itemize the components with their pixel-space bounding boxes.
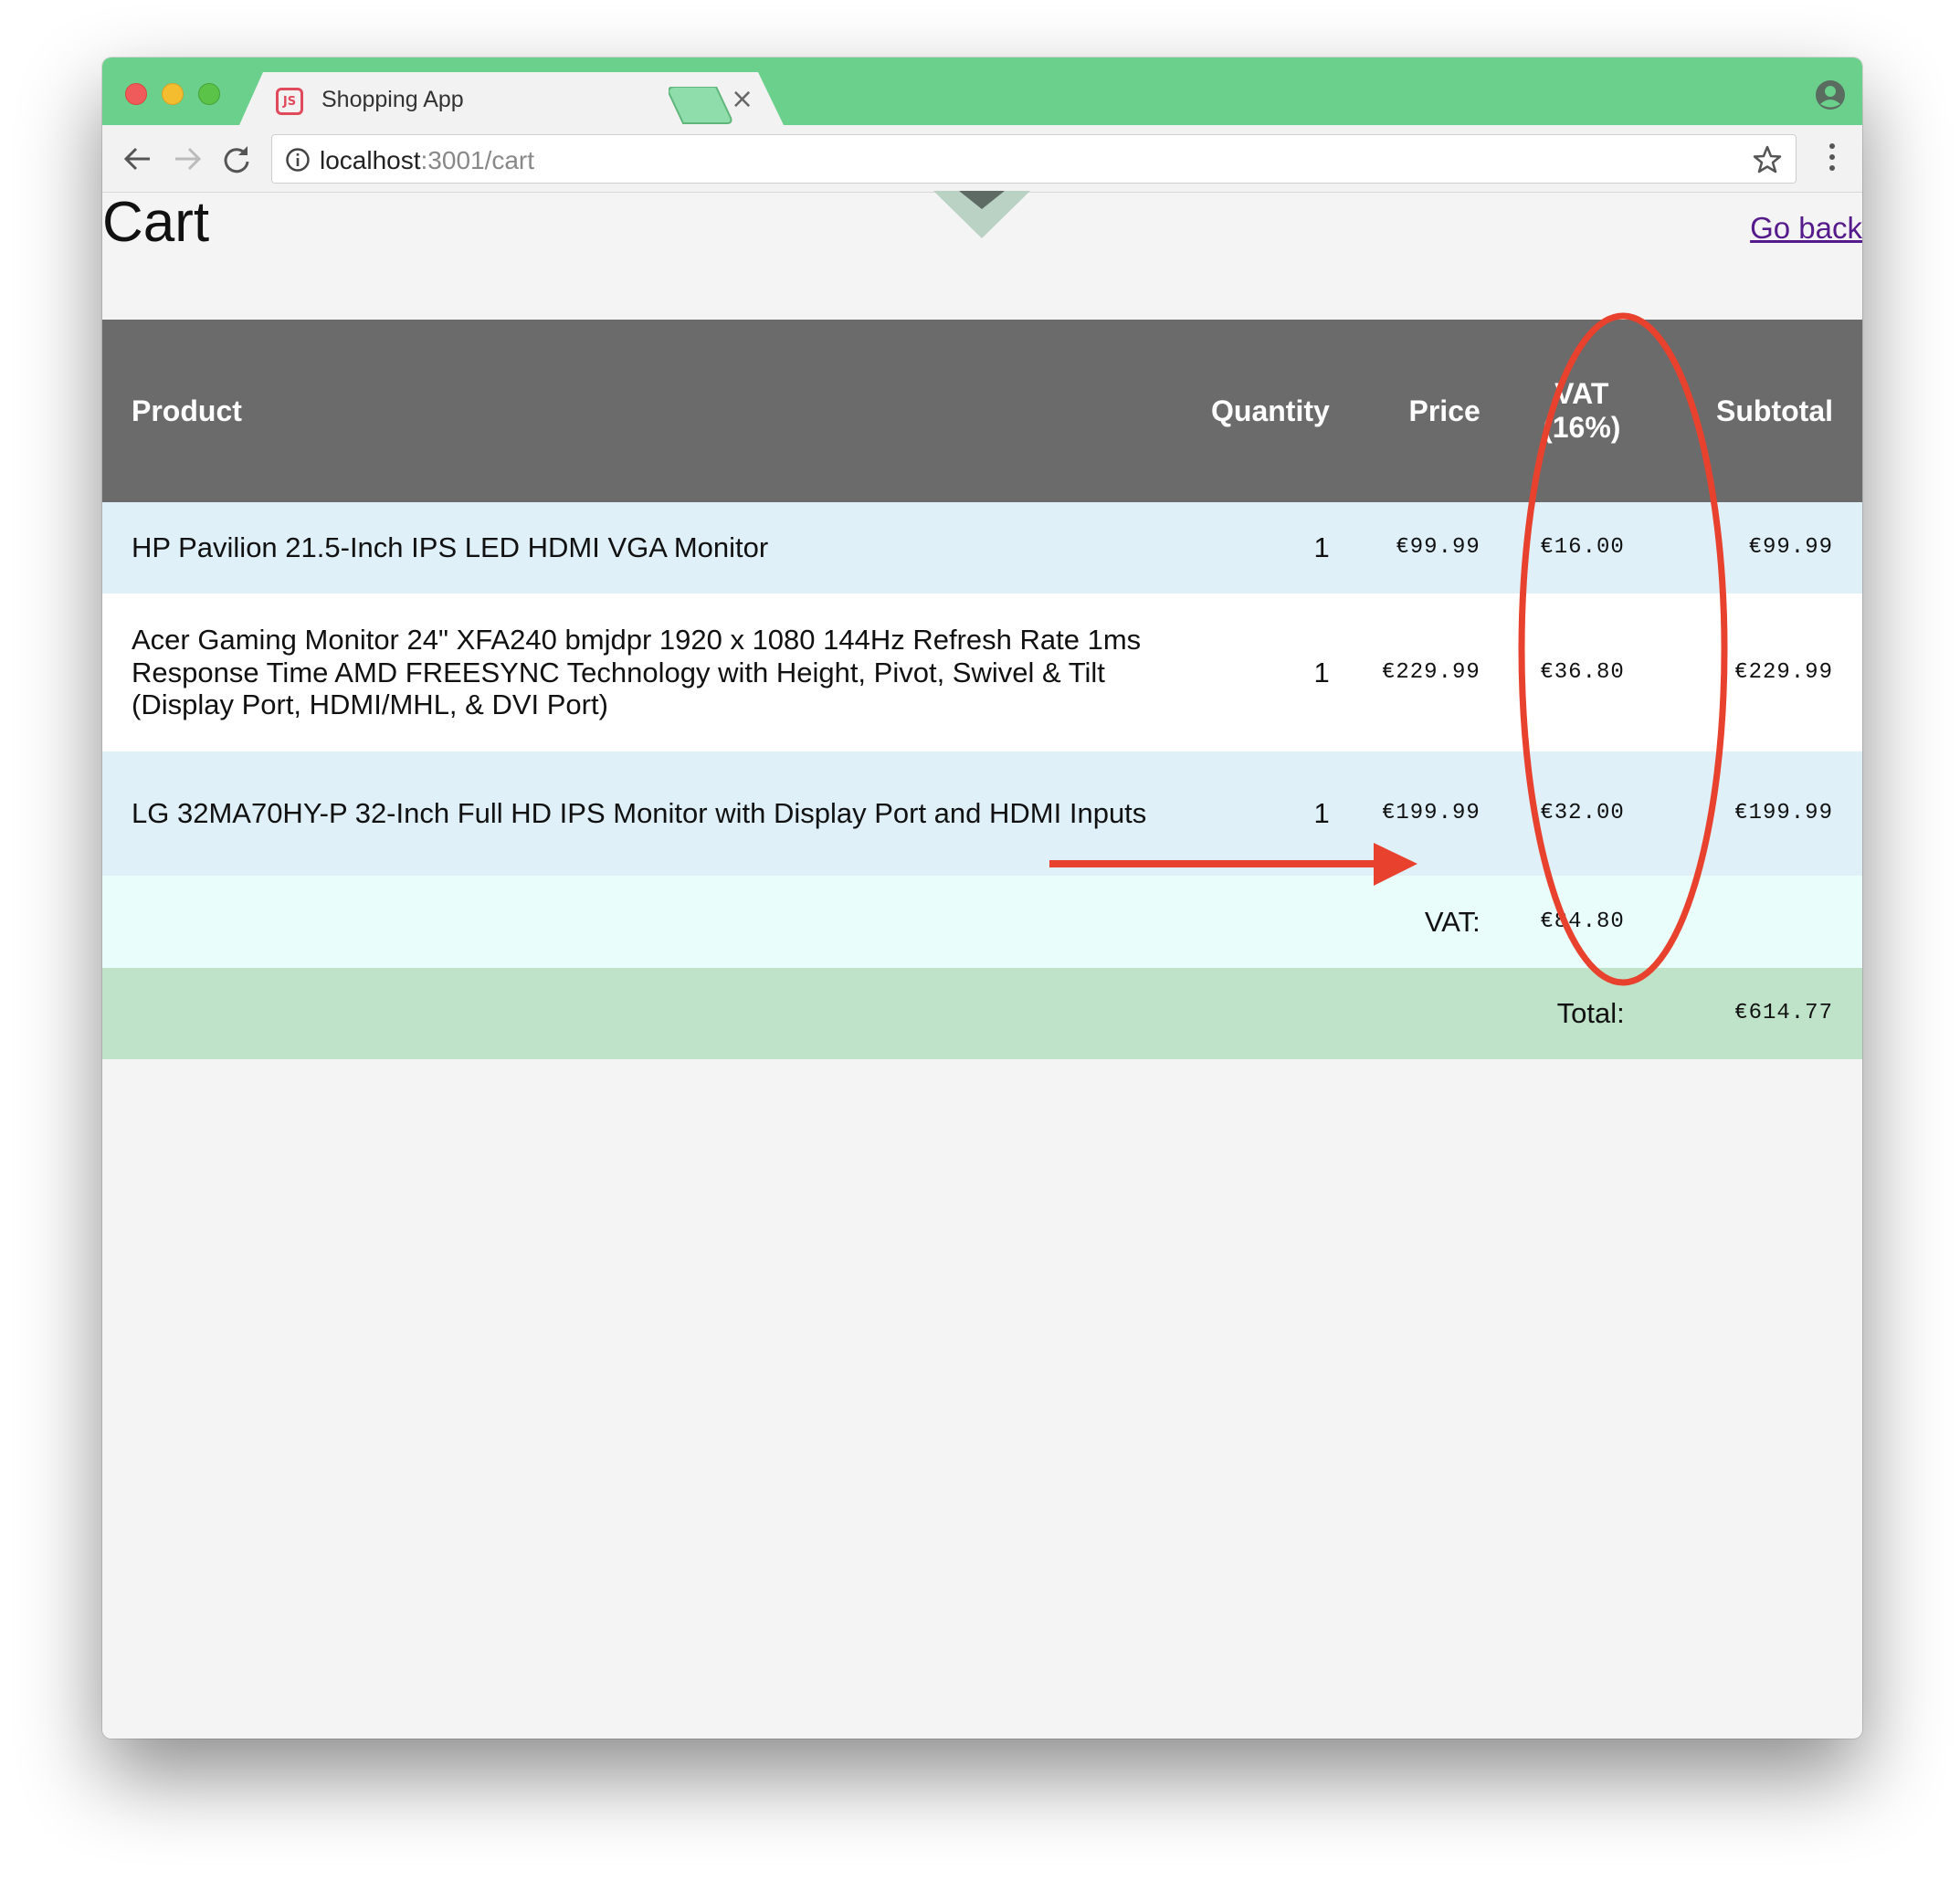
cart-table: Product Quantity Price VAT (16%) Subtota…	[102, 320, 1862, 1059]
header-quantity: Quantity	[1182, 320, 1350, 502]
product-quantity: 1	[1182, 594, 1350, 751]
bookmark-star-icon[interactable]	[1752, 144, 1783, 175]
total-summary-value: €614.77	[1653, 968, 1862, 1059]
header-vat-rate: (16%)	[1543, 411, 1621, 444]
total-summary-label: Total:	[1509, 968, 1654, 1059]
go-back-link[interactable]: Go back	[1750, 211, 1862, 246]
browser-toolbar: localhost:3001/cart	[102, 125, 1862, 193]
url-host: localhost	[320, 146, 421, 174]
url-text: localhost:3001/cart	[320, 146, 534, 175]
profile-icon[interactable]	[1815, 79, 1846, 110]
dropdown-notch-icon[interactable]	[933, 191, 1030, 242]
header-product: Product	[102, 320, 1182, 502]
window-maximize-button[interactable]	[198, 83, 220, 105]
product-vat: €36.80	[1509, 594, 1654, 751]
address-bar[interactable]: localhost:3001/cart	[271, 134, 1797, 184]
url-path: :3001/cart	[420, 146, 535, 174]
js-favicon-icon: JS	[276, 88, 303, 115]
product-vat: €32.00	[1509, 751, 1654, 876]
product-name: LG 32MA70HY-P 32-Inch Full HD IPS Monito…	[102, 751, 1182, 876]
page-content: Cart Go back Product Quantity Price VAT …	[102, 191, 1862, 1739]
table-row: HP Pavilion 21.5-Inch IPS LED HDMI VGA M…	[102, 502, 1862, 594]
empty-cell	[102, 876, 1182, 968]
new-tab-button[interactable]	[669, 87, 732, 125]
info-icon[interactable]	[285, 147, 311, 173]
empty-cell	[1182, 968, 1350, 1059]
product-price: €199.99	[1349, 751, 1510, 876]
browser-window: JS Shopping App × localhost:3001/cart Ca…	[102, 58, 1862, 1739]
total-summary-row: Total: €614.77	[102, 968, 1862, 1059]
header-price: Price	[1349, 320, 1510, 502]
reload-icon[interactable]	[221, 143, 252, 174]
tab-title: Shopping App	[321, 87, 464, 112]
product-subtotal: €199.99	[1653, 751, 1862, 876]
vat-summary-row: VAT: €84.80	[102, 876, 1862, 968]
vat-summary-value: €84.80	[1509, 876, 1654, 968]
kebab-menu-icon[interactable]	[1828, 142, 1837, 173]
table-row: Acer Gaming Monitor 24" XFA240 bmjdpr 19…	[102, 594, 1862, 751]
empty-cell	[102, 968, 1182, 1059]
forward-arrow-icon[interactable]	[172, 143, 203, 174]
product-name: HP Pavilion 21.5-Inch IPS LED HDMI VGA M…	[102, 502, 1182, 594]
product-name: Acer Gaming Monitor 24" XFA240 bmjdpr 19…	[102, 594, 1182, 751]
product-subtotal: €99.99	[1653, 502, 1862, 594]
window-minimize-button[interactable]	[162, 83, 184, 105]
product-subtotal: €229.99	[1653, 594, 1862, 751]
back-arrow-icon[interactable]	[122, 143, 153, 174]
table-row: LG 32MA70HY-P 32-Inch Full HD IPS Monito…	[102, 751, 1862, 876]
empty-cell	[1182, 876, 1350, 968]
empty-cell	[1349, 968, 1510, 1059]
tab-close-icon[interactable]: ×	[731, 83, 753, 115]
header-subtotal: Subtotal	[1653, 320, 1862, 502]
product-vat: €16.00	[1509, 502, 1654, 594]
table-header-row: Product Quantity Price VAT (16%) Subtota…	[102, 320, 1862, 502]
product-quantity: 1	[1182, 751, 1350, 876]
empty-cell	[1653, 876, 1862, 968]
page-title: Cart	[102, 191, 210, 254]
product-price: €99.99	[1349, 502, 1510, 594]
vat-summary-label: VAT:	[1349, 876, 1510, 968]
title-bar: JS Shopping App ×	[102, 58, 1862, 125]
product-quantity: 1	[1182, 502, 1350, 594]
product-price: €229.99	[1349, 594, 1510, 751]
window-close-button[interactable]	[125, 83, 147, 105]
header-vat: VAT (16%)	[1509, 320, 1654, 502]
header-vat-label: VAT	[1554, 377, 1609, 411]
